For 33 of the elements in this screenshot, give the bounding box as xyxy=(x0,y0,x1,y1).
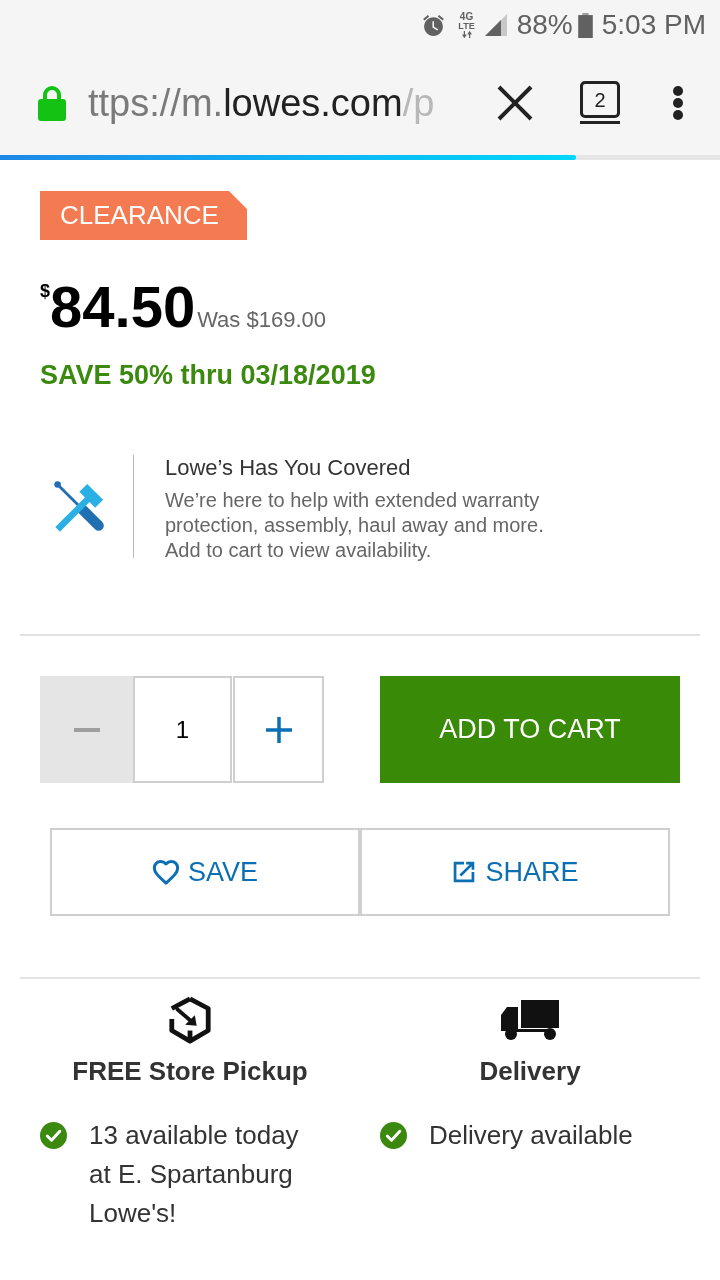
clock-time-text: 5:03 PM xyxy=(601,11,706,39)
availability-text: 13 available today at E. Spartanburg Lowe's! xyxy=(89,1119,300,1230)
save-button[interactable]: SAVE xyxy=(50,828,360,916)
availability-text: Delivery available xyxy=(429,1119,634,1152)
truck-icon xyxy=(501,1000,559,1040)
heart-icon xyxy=(152,859,180,885)
delivery-title: Delivery xyxy=(479,1056,581,1086)
network-tech-label: LTE xyxy=(458,22,475,31)
was-price-text: Was $169.00 xyxy=(197,309,326,331)
close-button[interactable] xyxy=(496,83,534,122)
network-type-label: 4G xyxy=(459,12,474,22)
menu-button[interactable] xyxy=(672,85,684,120)
plus-icon xyxy=(265,716,292,743)
currency-symbol: $ xyxy=(40,282,50,300)
store-pickup-title: FREE Store Pickup xyxy=(72,1056,308,1086)
signal-icon xyxy=(483,13,508,37)
more-vertical-icon xyxy=(672,85,684,120)
data-arrows-icon xyxy=(460,31,473,38)
services-title: Lowe’s Has You Covered xyxy=(165,455,412,481)
savings-text: SAVE 50% thru 03/18/2019 xyxy=(40,362,376,389)
url-text[interactable]: ttps://m.lowes.com/p xyxy=(88,83,468,122)
services-description: We’re here to help with extended warranty protection, assembly, haul away and more. Add to cart to view availability. xyxy=(165,488,545,563)
close-icon xyxy=(496,83,534,122)
add-to-cart-button[interactable]: ADD TO CART xyxy=(380,676,680,783)
battery-icon xyxy=(577,12,593,38)
box-arrow-icon xyxy=(167,996,213,1044)
minus-icon xyxy=(73,727,100,732)
lock-icon xyxy=(38,84,66,121)
quantity-field[interactable]: 1 xyxy=(133,676,232,783)
clearance-badge: CLEARANCE xyxy=(40,191,247,240)
battery-percent-text: 88% xyxy=(516,11,573,39)
share-button[interactable]: SHARE xyxy=(360,828,670,916)
price-text: 84.50 xyxy=(50,278,196,336)
